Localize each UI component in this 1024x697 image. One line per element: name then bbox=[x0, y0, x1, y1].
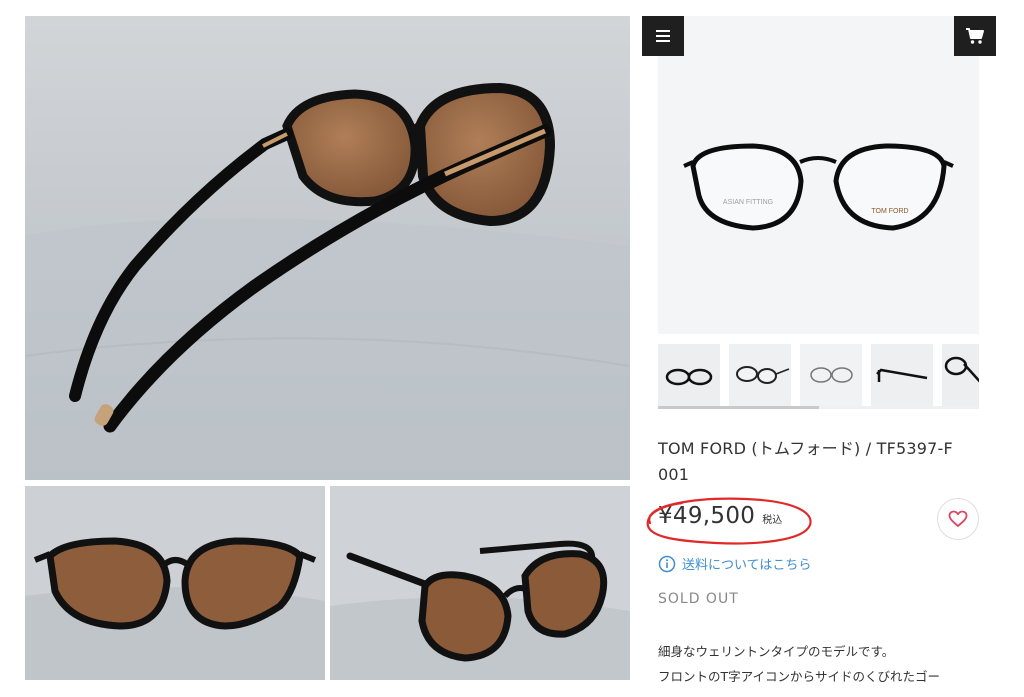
price-highlight-circle bbox=[646, 497, 812, 545]
product-photo-front[interactable] bbox=[25, 486, 325, 680]
thumbnail-1[interactable] bbox=[658, 344, 720, 406]
frame-print-left: ASIAN FITTING bbox=[723, 199, 773, 206]
thumbnail-strip[interactable] bbox=[658, 344, 979, 406]
frame-print-right: TOM FORD bbox=[871, 208, 908, 215]
description-line-1: 細身なウェリントンタイプのモデルです。 bbox=[658, 644, 895, 659]
product-description: 細身なウェリントンタイプのモデルです。 フロントのT字アイコンからサイドのくびれ… bbox=[658, 639, 988, 689]
thumbnail-2[interactable] bbox=[729, 344, 791, 406]
menu-button[interactable] bbox=[642, 16, 684, 56]
description-line-2: フロントのT字アイコンからサイドのくびれたゴー bbox=[658, 669, 941, 684]
cart-button[interactable] bbox=[954, 16, 996, 56]
thumbnail-scrollbar-thumb[interactable] bbox=[658, 406, 819, 409]
shipping-info-link[interactable]: 送料についてはこちら bbox=[658, 554, 811, 573]
product-image-main[interactable]: ASIAN FITTING TOM FORD bbox=[658, 16, 979, 334]
favorite-button[interactable] bbox=[937, 498, 979, 540]
product-title: TOM FORD (トムフォード) / TF5397-F 001 bbox=[658, 439, 953, 484]
info-icon bbox=[658, 555, 676, 572]
thumbnail-3[interactable] bbox=[800, 344, 862, 406]
product-photo-main[interactable] bbox=[25, 16, 630, 480]
shipping-info-label: 送料についてはこちら bbox=[682, 558, 812, 573]
thumbnail-5[interactable] bbox=[942, 344, 979, 406]
heart-icon bbox=[948, 510, 968, 527]
hamburger-menu-icon bbox=[656, 30, 670, 42]
shopping-cart-icon bbox=[966, 28, 984, 44]
sold-out-status: SOLD OUT bbox=[658, 591, 739, 607]
thumbnail-4[interactable] bbox=[871, 344, 933, 406]
product-photo-angle[interactable] bbox=[330, 486, 630, 680]
